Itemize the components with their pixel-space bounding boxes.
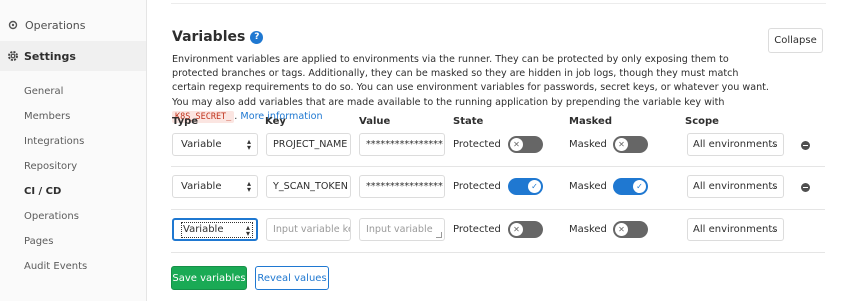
cloud-gear-icon: [7, 19, 19, 31]
masked-label: Masked: [569, 181, 607, 192]
remove-row-icon[interactable]: [801, 141, 810, 150]
scope-select[interactable]: All environments ⌄: [687, 175, 784, 198]
collapse-button[interactable]: Collapse: [768, 28, 823, 53]
masked-label: Masked: [569, 224, 607, 235]
select-arrows-icon: ▴ ▾: [246, 137, 251, 152]
sidebar-item-label: Settings: [24, 49, 76, 63]
type-select[interactable]: Variable ▴ ▾: [172, 133, 258, 156]
x-icon: ✕: [510, 138, 523, 151]
masked-toggle[interactable]: ✕: [613, 221, 648, 238]
key-input[interactable]: PROJECT_NAME: [266, 133, 351, 156]
value-input[interactable]: ****************: [359, 175, 445, 198]
x-icon: ✕: [615, 223, 628, 236]
protected-toggle[interactable]: ✕: [508, 136, 543, 153]
help-icon[interactable]: ?: [250, 30, 264, 44]
x-icon: ✕: [615, 138, 628, 151]
section-description: Environment variables are applied to env…: [172, 53, 772, 124]
reveal-values-button[interactable]: Reveal values: [255, 266, 329, 290]
chevron-down-icon: ⌄: [770, 140, 777, 149]
protected-label: Protected: [453, 181, 501, 192]
sidebar: Operations Settings General Members Inte…: [0, 0, 147, 301]
select-arrows-icon: ▴ ▾: [246, 179, 251, 194]
sidebar-item-general[interactable]: General: [0, 79, 146, 104]
resize-handle-icon[interactable]: [436, 232, 442, 238]
gear-icon: [7, 50, 19, 62]
row-divider: [171, 252, 825, 253]
sidebar-item-operations[interactable]: Operations: [0, 204, 146, 229]
section-title: Variables ?: [172, 29, 264, 45]
chevron-down-icon: ⌄: [770, 182, 777, 191]
protected-toggle[interactable]: ✓: [508, 178, 543, 195]
save-variables-button[interactable]: Save variables: [171, 266, 247, 290]
description-text: Environment variables are applied to env…: [172, 54, 769, 108]
sidebar-item-label: Operations: [25, 18, 86, 32]
sidebar-item-pages[interactable]: Pages: [0, 229, 146, 254]
variable-row: Variable ▴ ▾ PROJECT_NAME ***************…: [171, 124, 825, 166]
scope-select[interactable]: All environments ⌄: [687, 133, 784, 156]
key-input[interactable]: Input variable ke: [266, 218, 351, 241]
check-icon: ✓: [528, 180, 541, 193]
sidebar-item-ci-cd[interactable]: CI / CD: [0, 179, 146, 204]
masked-toggle[interactable]: ✓: [613, 178, 648, 195]
description-text-end: .: [234, 110, 238, 122]
sidebar-item-audit-events[interactable]: Audit Events: [0, 254, 146, 279]
scope-select[interactable]: All environments ⌄: [687, 218, 784, 241]
masked-toggle[interactable]: ✕: [613, 136, 648, 153]
remove-row-icon[interactable]: [801, 183, 810, 192]
divider: [171, 3, 826, 4]
section-title-text: Variables: [172, 29, 246, 45]
sidebar-item-operations-top[interactable]: Operations: [0, 12, 146, 38]
value-textarea[interactable]: Input variable: [359, 218, 445, 241]
sidebar-item-repository[interactable]: Repository: [0, 154, 146, 179]
x-icon: ✕: [510, 223, 523, 236]
sidebar-item-integrations[interactable]: Integrations: [0, 129, 146, 154]
type-select[interactable]: Variable ▴ ▾: [172, 218, 258, 241]
check-icon: ✓: [633, 180, 646, 193]
protected-label: Protected: [453, 224, 501, 235]
variable-row-new: Variable ▴ ▾ Input variable ke Input vari…: [171, 209, 825, 251]
chevron-down-icon: ⌄: [770, 225, 777, 234]
settings-submenu: General Members Integrations Repository …: [0, 71, 146, 279]
sidebar-item-members[interactable]: Members: [0, 104, 146, 129]
variable-row: Variable ▴ ▾ Y_SCAN_TOKEN ***************…: [171, 166, 825, 208]
protected-label: Protected: [453, 139, 501, 150]
protected-toggle[interactable]: ✕: [508, 221, 543, 238]
value-input[interactable]: ****************: [359, 133, 445, 156]
select-arrows-icon: ▴ ▾: [245, 223, 250, 238]
masked-label: Masked: [569, 139, 607, 150]
main-content: Variables ? Collapse Environment variabl…: [147, 0, 846, 301]
key-input[interactable]: Y_SCAN_TOKEN: [266, 175, 351, 198]
type-select[interactable]: Variable ▴ ▾: [172, 175, 258, 198]
sidebar-item-settings[interactable]: Settings: [0, 41, 146, 71]
